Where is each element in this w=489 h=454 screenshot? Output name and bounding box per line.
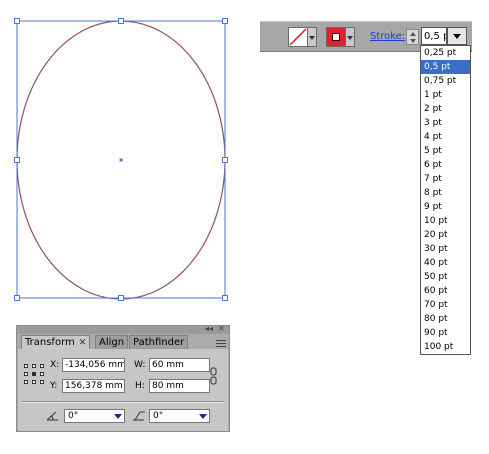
y-label: Y: [50,381,58,391]
transform-panel-body: X: -134,056 mm W: 60 mm Y: 156,378 mm H:… [18,349,228,431]
fill-dropdown-arrow[interactable] [308,27,317,47]
stroke-weight-input[interactable] [421,27,447,45]
stroke-swatch[interactable] [326,27,346,47]
dropdown-option[interactable]: 0,25 pt [421,46,470,60]
close-panel-icon[interactable]: ✕ [218,324,225,333]
h-label: H: [135,381,145,391]
rotate-angle-value: 0° [68,411,79,421]
y-field[interactable]: 156,378 mm [62,379,125,393]
dropdown-option[interactable]: 90 pt [421,326,470,340]
tab-align[interactable]: Align [95,335,129,349]
dropdown-option[interactable]: 70 pt [421,298,470,312]
chevron-down-icon [114,414,122,419]
none-swatch-icon [289,28,307,46]
x-field[interactable]: -134,056 mm [62,358,125,372]
handle-bottom-left[interactable] [14,295,20,301]
dropdown-option[interactable]: 0,75 pt [421,74,470,88]
tab-transform-label: Transform [25,337,75,348]
dropdown-option[interactable]: 8 pt [421,186,470,200]
stroke-swatch-icon [332,33,340,41]
shear-angle-icon [133,411,145,421]
dropdown-option[interactable]: 100 pt [421,340,470,354]
center-point [119,158,123,162]
dropdown-option[interactable]: 7 pt [421,172,470,186]
collapse-panel-icon[interactable]: ◂◂ [205,324,213,333]
h-field[interactable]: 80 mm [149,379,210,393]
dropdown-option[interactable]: 5 pt [421,144,470,158]
x-label: X: [50,360,60,370]
dropdown-option[interactable]: 10 pt [421,214,470,228]
w-label: W: [134,360,146,370]
handle-top-center[interactable] [118,18,124,24]
tab-align-label: Align [99,337,125,348]
dropdown-option[interactable]: 20 pt [421,228,470,242]
tab-transform[interactable]: Transform ✕ [21,335,91,349]
panel-divider [22,401,224,403]
dropdown-option-selected[interactable]: 0,5 pt [421,60,470,74]
transform-panel: ◂◂ ✕ Transform ✕ Align Pathfinder X: -134… [16,324,230,432]
stroke-weight-dropdown-list[interactable]: 0,25 pt 0,5 pt 0,75 pt 1 pt 2 pt 3 pt 4 … [420,45,471,355]
handle-top-left[interactable] [14,18,20,24]
dropdown-option[interactable]: 9 pt [421,200,470,214]
chevron-down-icon [199,414,207,419]
dropdown-option[interactable]: 30 pt [421,242,470,256]
dropdown-option[interactable]: 2 pt [421,102,470,116]
close-tab-icon[interactable]: ✕ [79,338,87,348]
handle-bottom-right[interactable] [222,295,228,301]
shear-angle-value: 0° [153,411,164,421]
tab-pathfinder[interactable]: Pathfinder [129,335,189,349]
rotate-angle-icon [46,411,58,421]
handle-middle-right[interactable] [222,157,228,163]
shear-angle-select[interactable]: 0° [149,409,210,423]
dropdown-option[interactable]: 50 pt [421,270,470,284]
stepper-up-icon[interactable] [410,32,416,36]
constrain-proportions-link-icon[interactable] [210,367,218,385]
stroke-weight-stepper[interactable] [406,29,419,45]
stepper-down-icon[interactable] [410,39,416,43]
panel-title-bar[interactable]: ◂◂ ✕ [17,324,229,334]
handle-top-right[interactable] [222,18,228,24]
dropdown-option[interactable]: 60 pt [421,284,470,298]
reference-point-icon[interactable] [24,364,44,384]
dropdown-option[interactable]: 3 pt [421,116,470,130]
rotate-angle-select[interactable]: 0° [64,409,125,423]
dropdown-option[interactable]: 1 pt [421,88,470,102]
dropdown-option[interactable]: 40 pt [421,256,470,270]
panel-menu-icon[interactable] [214,338,228,348]
dropdown-option[interactable]: 6 pt [421,158,470,172]
stroke-label[interactable]: Stroke: [370,31,405,42]
stroke-weight-dropdown-button[interactable] [447,27,467,45]
dropdown-option[interactable]: 80 pt [421,312,470,326]
fill-swatch[interactable] [288,27,308,47]
handle-middle-left[interactable] [14,157,20,163]
stroke-dropdown-arrow[interactable] [346,27,355,47]
w-field[interactable]: 60 mm [149,358,210,372]
dropdown-option[interactable]: 4 pt [421,130,470,144]
handle-bottom-center[interactable] [118,295,124,301]
tab-pathfinder-label: Pathfinder [133,337,185,348]
